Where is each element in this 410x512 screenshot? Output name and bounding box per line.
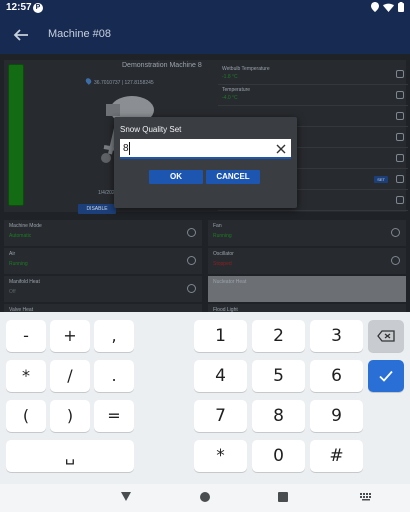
key-minus[interactable]: - [6, 320, 46, 352]
status-bar: 12:57 P [0, 0, 410, 16]
bars-icon [396, 175, 404, 183]
status-time: 12:57 [6, 2, 32, 13]
reading-row: Temperature -4.0 °C [218, 85, 408, 106]
backspace-key[interactable] [368, 320, 404, 352]
key-3[interactable]: 3 [310, 320, 363, 352]
tile-label: Machine Mode [9, 223, 42, 229]
oscillator-icon [391, 256, 400, 265]
key-plus[interactable]: + [50, 320, 90, 352]
back-arrow-icon[interactable] [12, 26, 30, 44]
reading-label: Temperature [222, 87, 251, 93]
keyboard-switch-icon[interactable] [360, 493, 372, 501]
heat-icon [187, 284, 196, 293]
air-icon [187, 256, 196, 265]
key-9[interactable]: 9 [310, 400, 363, 432]
thermometer-icon [396, 91, 404, 99]
tile-value: Running [213, 233, 232, 239]
set-button[interactable]: SET [374, 176, 388, 183]
nav-recents-icon[interactable] [278, 492, 288, 502]
oscillator-tile[interactable]: Oscillator Stopped [208, 248, 406, 274]
air-tile[interactable]: Air Running [4, 248, 202, 274]
checkmark-icon [379, 370, 393, 382]
snow-level-bar [8, 64, 24, 206]
key-2[interactable]: 2 [252, 320, 305, 352]
ok-button[interactable]: OK [149, 170, 203, 184]
fan-tile[interactable]: Fan Running [208, 220, 406, 246]
key-equals[interactable]: = [94, 400, 134, 432]
key-slash[interactable]: / [50, 360, 90, 392]
reading-row: Wetbulb Temperature -1.8 °C [218, 64, 408, 85]
key-space[interactable]: ␣ [6, 440, 134, 472]
snow-quality-input-value: 8 [123, 143, 129, 154]
key-4[interactable]: 4 [194, 360, 247, 392]
key-1[interactable]: 1 [194, 320, 247, 352]
key-0[interactable]: 0 [252, 440, 305, 472]
text-caret [129, 142, 130, 155]
location-icon [371, 2, 379, 12]
tile-label: Fan [213, 223, 222, 229]
fan-icon [391, 228, 400, 237]
machine-name: Demonstration Machine 8 [122, 62, 202, 69]
reading-value: -4.0 °C [222, 95, 238, 101]
gauge-icon [396, 154, 404, 162]
tile-label: Manifold Heat [9, 279, 40, 285]
key-6[interactable]: 6 [310, 360, 363, 392]
numeric-keyboard: - + , * / . ( ) = ␣ 1 2 3 4 5 6 7 8 9 * … [0, 312, 410, 484]
snow-quality-dialog: Snow Quality Set 8 OK CANCEL [114, 117, 297, 208]
app-bar: Machine #08 [0, 16, 410, 54]
location-pin-icon [84, 77, 93, 85]
wifi-icon [383, 3, 394, 12]
key-comma[interactable]: , [94, 320, 134, 352]
status-indicators [371, 2, 404, 12]
clear-icon[interactable] [275, 143, 287, 155]
key-open-paren[interactable]: ( [6, 400, 46, 432]
tile-value: Running [9, 261, 28, 267]
key-period[interactable]: . [94, 360, 134, 392]
key-asterisk[interactable]: * [6, 360, 46, 392]
machine-location[interactable]: 36.7010737 | 127.8158245 [84, 77, 154, 86]
key-7[interactable]: 7 [194, 400, 247, 432]
key-5[interactable]: 5 [252, 360, 305, 392]
reading-value: -1.8 °C [222, 74, 238, 80]
disable-button[interactable]: DISABLE [78, 204, 116, 214]
page-title: Machine #08 [48, 28, 111, 40]
snow-quality-input[interactable]: 8 [120, 139, 291, 159]
tile-label: Oscillator [213, 251, 234, 257]
backspace-icon [377, 330, 395, 342]
manifold-heat-tile[interactable]: Manifold Heat Off [4, 276, 202, 302]
mode-icon [187, 228, 196, 237]
tile-label: Air [9, 251, 16, 257]
notification-app-icon: P [33, 3, 43, 13]
tile-value: Stopped [213, 261, 232, 267]
key-star[interactable]: * [194, 440, 247, 472]
cancel-button[interactable]: CANCEL [206, 170, 260, 184]
valve-heat-tile[interactable]: Valve Heat [4, 304, 202, 313]
wetbulb-icon [396, 70, 404, 78]
reading-label: Wetbulb Temperature [222, 66, 270, 72]
nucleator-heat-tile[interactable]: Nucleator Heat [208, 276, 406, 302]
battery-icon [398, 2, 404, 12]
key-hash[interactable]: # [310, 440, 363, 472]
system-nav-bar [0, 484, 410, 512]
key-close-paren[interactable]: ) [50, 400, 90, 432]
humidity-icon [396, 112, 404, 120]
dialog-title: Snow Quality Set [120, 125, 182, 134]
wind-icon [396, 133, 404, 141]
key-8[interactable]: 8 [252, 400, 305, 432]
done-key[interactable] [368, 360, 404, 392]
nav-home-icon[interactable] [200, 492, 210, 502]
machine-mode-tile[interactable]: Machine Mode Automatic [4, 220, 202, 246]
power-icon [396, 196, 404, 204]
tile-value: Automatic [9, 233, 32, 239]
tile-value: Off [9, 289, 16, 295]
location-coordinates: 36.7010737 | 127.8158245 [94, 80, 154, 86]
nav-back-icon[interactable] [121, 492, 131, 501]
tile-label: Nucleator Heat [213, 279, 247, 285]
flood-light-tile[interactable]: Flood Light [208, 304, 406, 313]
